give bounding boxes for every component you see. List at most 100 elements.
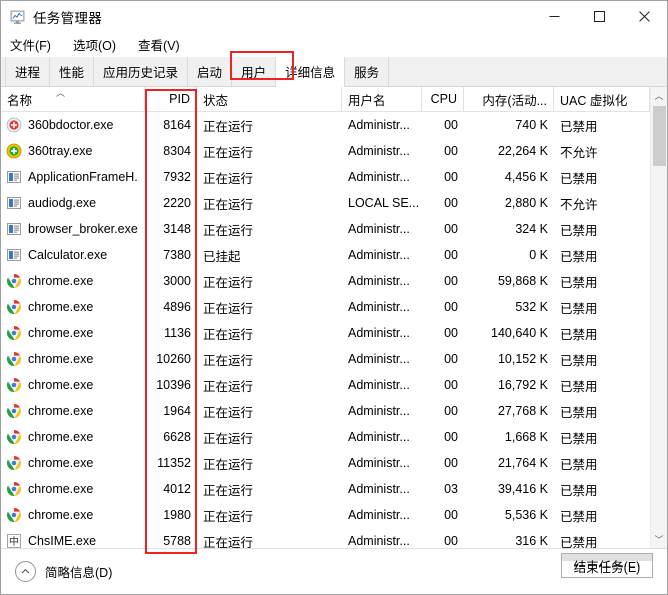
table-row[interactable]: chrome.exe 1980 正在运行 Administr... 00 5,536 K 已… <box>1 502 667 528</box>
maximize-button[interactable] <box>577 1 622 32</box>
column-header-status[interactable]: 状态 <box>197 87 342 112</box>
cell-username: Administr... <box>348 144 410 158</box>
cell-pid: 4012 <box>163 482 191 496</box>
tab-details[interactable]: 详细信息 <box>276 57 346 87</box>
cell-name: chrome.exe <box>1 450 145 476</box>
cell-memory: 10,152 K <box>497 352 548 366</box>
cell-cpu: 03 <box>444 482 458 496</box>
cell-memory: 16,792 K <box>497 378 548 392</box>
column-header-memory[interactable]: 内存(活动... <box>464 87 554 112</box>
table-row[interactable]: browser_broker.exe 3148 正在运行 Administr... 00… <box>1 216 667 242</box>
close-button[interactable] <box>622 1 667 32</box>
menu-file[interactable]: 文件(F) <box>10 35 51 54</box>
cell-name: 360tray.exe <box>1 138 145 164</box>
process-name-label: chrome.exe <box>28 456 94 470</box>
process-list: 名称 ︿ PID 状态 用户名 CPU 内存(活动... UAC 虚拟化 360… <box>1 87 667 548</box>
title-bar: 任务管理器 <box>1 1 667 32</box>
cell-memory: 27,768 K <box>497 404 548 418</box>
generic-exe-icon <box>6 195 22 211</box>
column-header-row: 名称 ︿ PID 状态 用户名 CPU 内存(活动... UAC 虚拟化 <box>1 87 667 112</box>
cell-username: LOCAL SE... <box>348 196 420 210</box>
cell-memory: 4,456 K <box>504 170 548 184</box>
column-header-cpu[interactable]: CPU <box>422 87 464 112</box>
table-row[interactable]: chrome.exe 10260 正在运行 Administr... 00 10,152 … <box>1 346 667 372</box>
cell-memory: 2,880 K <box>504 196 548 210</box>
cell-status: 正在运行 <box>203 379 254 394</box>
table-row[interactable]: 中 ChsIME.exe 5788 正在运行 Administr... 00 316 K 已禁… <box>1 528 667 548</box>
chrome-icon <box>6 273 22 289</box>
menu-options[interactable]: 选项(O) <box>73 35 116 54</box>
cell-cpu: 00 <box>444 274 458 288</box>
cell-username: Administr... <box>348 352 410 366</box>
column-header-username[interactable]: 用户名 <box>342 87 422 112</box>
tab-users[interactable]: 用户 <box>232 57 277 86</box>
cell-uac: 不允许 <box>560 145 598 160</box>
cell-uac: 已禁用 <box>560 353 598 368</box>
cell-status: 正在运行 <box>203 483 254 498</box>
column-header-name[interactable]: 名称 ︿ <box>1 87 145 112</box>
tab-processes[interactable]: 进程 <box>5 57 51 86</box>
cell-memory: 324 K <box>515 222 548 236</box>
table-row[interactable]: audiodg.exe 2220 正在运行 LOCAL SE... 00 2,880 K 不… <box>1 190 667 216</box>
table-row[interactable]: chrome.exe 1964 正在运行 Administr... 00 27,768 K… <box>1 398 667 424</box>
cell-username: Administr... <box>348 170 410 184</box>
cell-name: chrome.exe <box>1 372 145 398</box>
sort-ascending-icon: ︿ <box>56 87 66 98</box>
table-row[interactable]: chrome.exe 1136 正在运行 Administr... 00 140,640 … <box>1 320 667 346</box>
cell-pid: 1964 <box>163 404 191 418</box>
cell-memory: 140,640 K <box>491 326 548 340</box>
end-task-button[interactable]: 结束任务(E) 结束任务(E) <box>561 553 653 578</box>
process-name-label: browser_broker.exe <box>28 222 138 236</box>
process-name-label: chrome.exe <box>28 352 94 366</box>
cell-name: chrome.exe <box>1 476 145 502</box>
cell-uac: 已禁用 <box>560 379 598 394</box>
table-row[interactable]: chrome.exe 3000 正在运行 Administr... 00 59,868 K… <box>1 268 667 294</box>
minimize-button[interactable] <box>532 1 577 32</box>
cell-status: 正在运行 <box>203 405 254 420</box>
table-row[interactable]: chrome.exe 11352 正在运行 Administr... 00 21,764 … <box>1 450 667 476</box>
generic-exe-icon <box>6 221 22 237</box>
cell-username: Administr... <box>348 274 410 288</box>
table-row[interactable]: Calculator.exe 7380 已挂起 Administr... 00 0 K 已禁… <box>1 242 667 268</box>
chevron-up-circle-icon[interactable] <box>15 561 36 582</box>
table-row[interactable]: ApplicationFrameH... 7932 正在运行 Administr...… <box>1 164 667 190</box>
cell-status: 正在运行 <box>203 275 254 290</box>
table-row[interactable]: chrome.exe 6628 正在运行 Administr... 00 1,668 K 已… <box>1 424 667 450</box>
cell-pid: 2220 <box>163 196 191 210</box>
tab-startup[interactable]: 启动 <box>188 57 233 86</box>
cell-uac: 不允许 <box>560 197 598 212</box>
cell-uac: 已禁用 <box>560 535 598 549</box>
chsime-icon: 中 <box>6 533 22 548</box>
process-name-label: 360tray.exe <box>28 144 93 158</box>
tab-app-history[interactable]: 应用历史记录 <box>94 57 189 86</box>
generic-exe-icon <box>6 247 22 263</box>
vertical-scrollbar[interactable]: ︿ ﹀ <box>650 87 667 548</box>
cell-cpu: 00 <box>444 118 458 132</box>
fewer-details-label[interactable]: 简略信息(D) <box>45 562 112 581</box>
cell-pid: 1136 <box>164 326 191 340</box>
process-name-label: ApplicationFrameH... <box>28 170 139 184</box>
process-name-label: Calculator.exe <box>28 248 108 262</box>
cell-cpu: 00 <box>444 430 458 444</box>
table-row[interactable]: chrome.exe 10396 正在运行 Administr... 00 16,792 … <box>1 372 667 398</box>
table-row[interactable]: chrome.exe 4012 正在运行 Administr... 03 39,416 K… <box>1 476 667 502</box>
cell-status: 正在运行 <box>203 327 254 342</box>
table-row[interactable]: 360tray.exe 8304 正在运行 Administr... 00 22,264 … <box>1 138 667 164</box>
scroll-up-icon[interactable]: ︿ <box>651 87 667 104</box>
table-row[interactable]: 360bdoctor.exe 8164 正在运行 Administr... 00 740 … <box>1 112 667 138</box>
cell-pid: 3000 <box>163 274 191 288</box>
cell-username: Administr... <box>348 456 410 470</box>
menu-view[interactable]: 查看(V) <box>138 35 180 54</box>
tab-performance[interactable]: 性能 <box>50 57 95 86</box>
scroll-down-icon[interactable]: ﹀ <box>651 531 667 548</box>
cell-pid: 3148 <box>163 222 191 236</box>
cell-pid: 8304 <box>163 144 191 158</box>
scrollbar-thumb[interactable] <box>653 106 666 166</box>
column-header-pid[interactable]: PID <box>145 87 197 112</box>
cell-cpu: 00 <box>444 144 458 158</box>
cell-username: Administr... <box>348 404 410 418</box>
tab-services[interactable]: 服务 <box>345 57 390 86</box>
cell-cpu: 00 <box>444 170 458 184</box>
table-row[interactable]: chrome.exe 4896 正在运行 Administr... 00 532 K 已禁用 <box>1 294 667 320</box>
column-header-uac[interactable]: UAC 虚拟化 <box>554 87 650 112</box>
